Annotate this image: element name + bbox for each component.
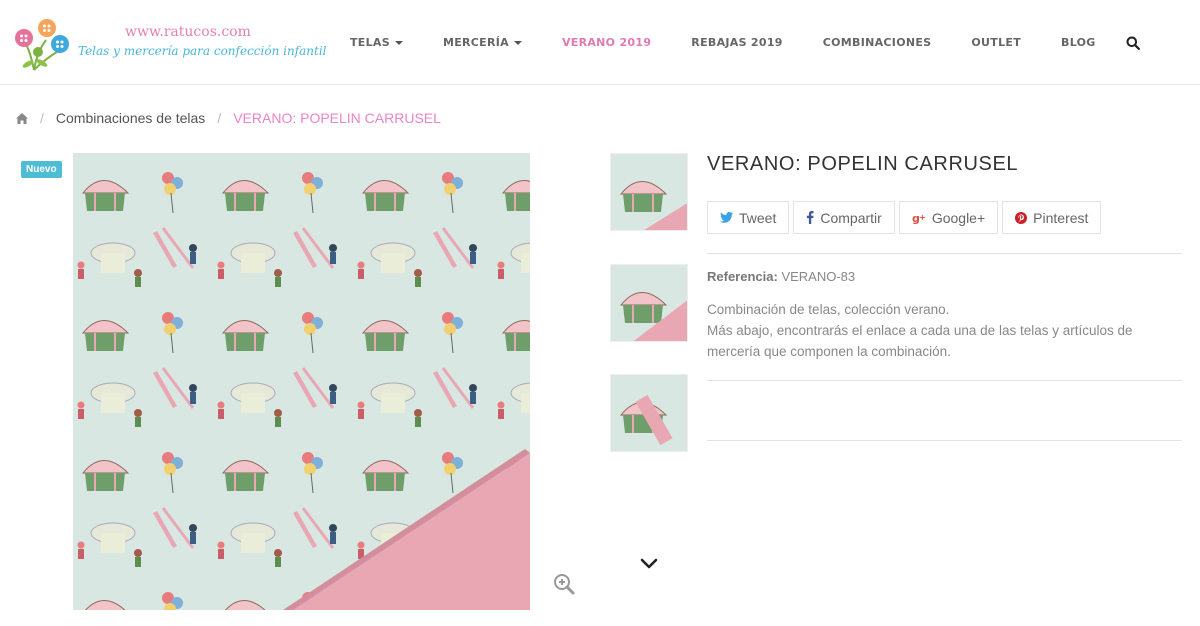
facebook-share-button[interactable]: Compartir [793,201,895,234]
thumbnail-fabric-image [611,154,687,230]
product-main-image[interactable] [73,153,530,610]
thumbnail-fabric-image [611,375,687,451]
description-line-1: Combinación de telas, colección verano. [707,302,950,317]
main-nav: TELAS MERCERÍA VERANO 2019 REBAJAS 2019 … [330,0,1150,85]
reference-value: VERANO-83 [781,269,856,284]
breadcrumb: / Combinaciones de telas / VERANO: POPEL… [16,110,441,126]
divider [707,380,1182,381]
nav-item-outlet[interactable]: OUTLET [951,36,1041,49]
nav-item-label: REBAJAS 2019 [691,36,783,49]
product-thumbnail-3[interactable] [610,374,688,452]
caret-down-icon [513,40,522,45]
divider [707,253,1182,254]
share-buttons: Tweet Compartir g + Google+ Pinterest [707,201,1102,234]
logo-tagline: Telas y mercería para confección infanti… [78,44,327,58]
product-reference: Referencia: VERANO-83 [707,269,855,284]
logo-url-text: www.ratucos.com [125,24,251,40]
home-icon[interactable] [16,112,28,124]
google-plus-icon: g + [912,212,926,224]
tweet-label: Tweet [739,209,777,226]
nav-item-label: BLOG [1061,36,1096,49]
breadcrumb-current: VERANO: POPELIN CARRUSEL [233,110,441,126]
breadcrumb-separator: / [217,110,222,126]
nav-item-label: VERANO 2019 [561,36,652,49]
nav-item-blog[interactable]: BLOG [1041,36,1116,49]
product-thumbnail-2[interactable] [610,264,688,342]
facebook-share-label: Compartir [820,209,882,226]
svg-text:+: + [919,213,926,222]
nav-item-combinaciones[interactable]: COMBINACIONES [803,36,952,49]
breadcrumb-separator: / [40,110,44,126]
nav-item-label: OUTLET [971,36,1022,49]
site-logo[interactable]: www.ratucos.com Telas y mercería para co… [12,14,327,72]
thumbnail-fabric-image [611,265,687,341]
site-header: www.ratucos.com Telas y mercería para co… [0,0,1200,85]
nav-item-rebajas-2019[interactable]: REBAJAS 2019 [671,36,802,49]
chevron-down-icon[interactable] [640,557,658,571]
product-title: VERANO: POPELIN CARRUSEL [707,153,1019,175]
new-badge: Nuevo [21,161,62,178]
google-plus-button[interactable]: g + Google+ [898,201,999,234]
pinterest-icon [1015,211,1028,224]
nav-item-merceria[interactable]: MERCERÍA [423,36,542,49]
divider [707,440,1182,441]
nav-item-label: MERCERÍA [442,36,509,49]
search-icon [1126,36,1140,50]
nav-item-label: COMBINACIONES [822,36,932,49]
twitter-icon [720,212,733,223]
carousel-fabric-pattern [73,153,530,610]
description-line-2: Más abajo, encontrarás el enlace a cada … [707,323,1133,359]
breadcrumb-link-combinaciones[interactable]: Combinaciones de telas [56,110,205,126]
pinterest-button[interactable]: Pinterest [1002,201,1102,234]
reference-label: Referencia: [707,269,778,284]
tweet-button[interactable]: Tweet [707,201,790,234]
nav-item-label: TELAS [350,36,390,49]
pinterest-label: Pinterest [1033,209,1089,226]
nav-item-verano-2019[interactable]: VERANO 2019 [542,36,671,49]
search-button[interactable] [1116,36,1150,50]
google-plus-label: Google+ [931,209,986,226]
caret-down-icon [394,40,403,45]
nav-item-telas[interactable]: TELAS [330,36,423,49]
product-thumbnail-1[interactable] [610,153,688,231]
zoom-in-icon[interactable] [553,573,575,595]
facebook-icon [807,211,814,224]
flower-buttons-logo-icon [15,19,69,71]
product-description: Combinación de telas, colección verano. … [707,299,1182,362]
